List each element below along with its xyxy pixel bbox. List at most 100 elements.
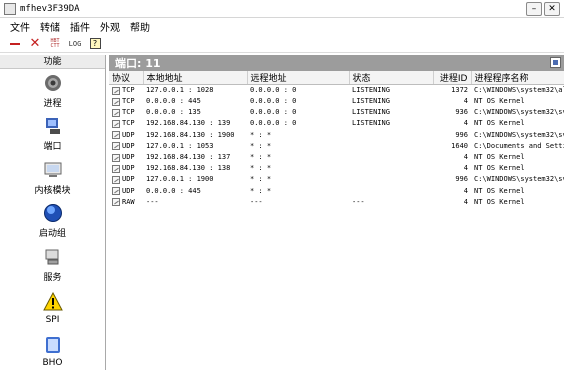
sidebar-item-label: SPI — [45, 314, 60, 325]
hbt-icon[interactable]: HBT CTT — [48, 37, 62, 51]
sidebar-item-startup[interactable]: 启动组 — [0, 200, 105, 244]
local-address-cell: 192.168.84.130 : 138 — [146, 164, 231, 173]
section-title: 端口: 11 — [115, 57, 161, 70]
column-header-protocol[interactable]: 协议 — [109, 71, 144, 85]
sidebar-item-process[interactable]: 进程 — [0, 69, 105, 113]
column-header-local-address[interactable]: 本地地址 — [143, 71, 248, 85]
protocol-cell: TCP — [122, 97, 135, 106]
section-header: 端口: 11 — [109, 55, 564, 71]
column-header-pid[interactable]: 进程ID — [433, 71, 472, 85]
column-header-program[interactable]: 进程程序名称 — [471, 71, 564, 85]
table-row[interactable]: UDP 127.0.0.1 : 1900 * : * 996 C:\WINDOW… — [109, 174, 564, 185]
sidebar-item-spi[interactable]: SPI — [0, 287, 105, 331]
pid-cell: 996 — [455, 130, 468, 139]
title-bar: mfhev3F39DA – ✕ — [0, 0, 564, 18]
state-cell — [349, 141, 433, 152]
remote-address-cell: * : * — [250, 141, 272, 150]
table-row[interactable]: UDP 127.0.0.1 : 1053 * : * 1640 C:\Docum… — [109, 141, 564, 152]
menu-dump[interactable]: 转储 — [40, 19, 60, 34]
menu-plugins[interactable]: 插件 — [70, 19, 90, 34]
sidebar-item-kernel-modules[interactable]: 内核模块 — [0, 156, 105, 200]
window-title: mfhev3F39DA — [20, 3, 80, 14]
local-address-cell: 192.168.84.130 : 1900 — [146, 130, 235, 139]
table-row[interactable]: UDP 192.168.84.130 : 138 * : * 4 NT OS K… — [109, 163, 564, 174]
state-cell — [349, 130, 433, 141]
minimize-button[interactable]: – — [526, 2, 542, 16]
ctt-label: CTT — [50, 42, 60, 49]
local-address-cell: 127.0.0.1 : 1053 — [146, 141, 214, 150]
pid-cell: 4 — [463, 186, 468, 195]
globe-icon — [43, 204, 62, 223]
state-cell: LISTENING — [352, 97, 390, 106]
remote-address-cell: * : * — [250, 175, 272, 184]
connection-icon — [112, 119, 120, 128]
connection-icon — [112, 108, 120, 117]
table-row[interactable]: UDP 192.168.84.130 : 137 * : * 4 NT OS K… — [109, 152, 564, 163]
help-label: ? — [89, 38, 101, 49]
state-cell: LISTENING — [352, 108, 390, 117]
program-cell: C:\WINDOWS\system32\sv — [474, 175, 564, 184]
local-address-cell: 127.0.0.1 : 1028 — [146, 86, 214, 94]
connection-icon — [112, 187, 120, 196]
window-controls: – ✕ — [526, 2, 560, 16]
table-row[interactable]: UDP 192.168.84.130 : 1900 * : * 996 C:\W… — [109, 130, 564, 141]
program-cell: C:\WINDOWS\system32\sv — [474, 108, 564, 117]
program-cell: NT OS Kernel — [474, 186, 525, 195]
remote-address-cell: 0.0.0.0 : 0 — [250, 119, 297, 128]
table-header-row: 协议 本地地址 远程地址 状态 进程ID 进程程序名称 — [109, 71, 564, 85]
table-row[interactable]: TCP 192.168.84.130 : 139 0.0.0.0 : 0 LIS… — [109, 118, 564, 129]
state-cell: --- — [352, 197, 365, 206]
sidebar-item-label: 服务 — [43, 272, 62, 283]
table-row[interactable]: UDP 0.0.0.0 : 445 * : * 4 NT OS Kernel — [109, 186, 564, 197]
protocol-cell: UDP — [122, 164, 135, 173]
network-icon — [45, 118, 60, 135]
menu-file[interactable]: 文件 — [10, 19, 30, 34]
state-cell — [349, 174, 433, 185]
remote-address-cell: 0.0.0.0 : 0 — [250, 86, 297, 94]
state-cell — [349, 152, 433, 163]
remote-address-cell: 0.0.0.0 : 0 — [250, 108, 297, 117]
delete-icon[interactable]: ✕ — [28, 36, 42, 51]
protocol-cell: UDP — [122, 186, 135, 195]
remote-address-cell: 0.0.0.0 : 0 — [250, 97, 297, 106]
main-panel: 端口: 11 协议 本地地址 远程地址 状态 进程ID 进程程序名称 TCP 1… — [109, 55, 564, 370]
table-row[interactable]: TCP 0.0.0.0 : 445 0.0.0.0 : 0 LISTENING … — [109, 96, 564, 107]
menu-appearance[interactable]: 外观 — [100, 19, 120, 34]
sidebar-item-label: 内核模块 — [34, 185, 71, 196]
remove-icon[interactable] — [8, 37, 22, 51]
table-row[interactable]: TCP 127.0.0.1 : 1028 0.0.0.0 : 0 LISTENI… — [109, 85, 564, 97]
app-icon — [4, 2, 16, 15]
sidebar-item-label: 端口 — [43, 142, 62, 153]
state-cell — [349, 186, 433, 197]
connection-icon — [112, 175, 120, 184]
protocol-cell: TCP — [122, 108, 135, 117]
panel-toggle-icon[interactable] — [550, 57, 561, 68]
sidebar-item-ports[interactable]: 端口 — [0, 113, 105, 157]
log-icon[interactable]: LOG — [68, 37, 82, 51]
pid-cell: 4 — [463, 197, 468, 206]
table-row[interactable]: RAW --- --- --- 4 NT OS Kernel — [109, 197, 564, 208]
sidebar-item-label: BHO — [42, 358, 63, 369]
sidebar: 功能 进程 端口 内核模块 启动组 服务 SPI BHO — [0, 55, 106, 370]
sidebar-item-label: 进程 — [43, 98, 62, 109]
protocol-cell: UDP — [122, 153, 135, 162]
sidebar-item-services[interactable]: 服务 — [0, 243, 105, 287]
pid-cell: 1372 — [451, 86, 468, 94]
local-address-cell: 192.168.84.130 : 137 — [146, 153, 231, 162]
column-header-state[interactable]: 状态 — [349, 71, 434, 85]
remote-address-cell: * : * — [250, 153, 272, 162]
ports-table: 协议 本地地址 远程地址 状态 进程ID 进程程序名称 TCP 127.0.0.… — [109, 71, 564, 208]
connection-icon — [112, 86, 120, 95]
help-icon[interactable]: ? — [88, 37, 102, 51]
table-row[interactable]: TCP 0.0.0.0 : 135 0.0.0.0 : 0 LISTENING … — [109, 107, 564, 118]
log-label: LOG — [68, 39, 82, 48]
menu-help[interactable]: 帮助 — [130, 19, 150, 34]
protocol-cell: UDP — [122, 141, 135, 150]
remote-address-cell: --- — [250, 197, 263, 206]
column-header-remote-address[interactable]: 远程地址 — [247, 71, 350, 85]
local-address-cell: 127.0.0.1 : 1900 — [146, 175, 214, 184]
close-button[interactable]: ✕ — [544, 2, 560, 16]
sidebar-item-bho[interactable]: BHO — [0, 330, 105, 370]
warning-icon — [42, 291, 63, 311]
local-address-cell: 0.0.0.0 : 135 — [146, 108, 201, 117]
